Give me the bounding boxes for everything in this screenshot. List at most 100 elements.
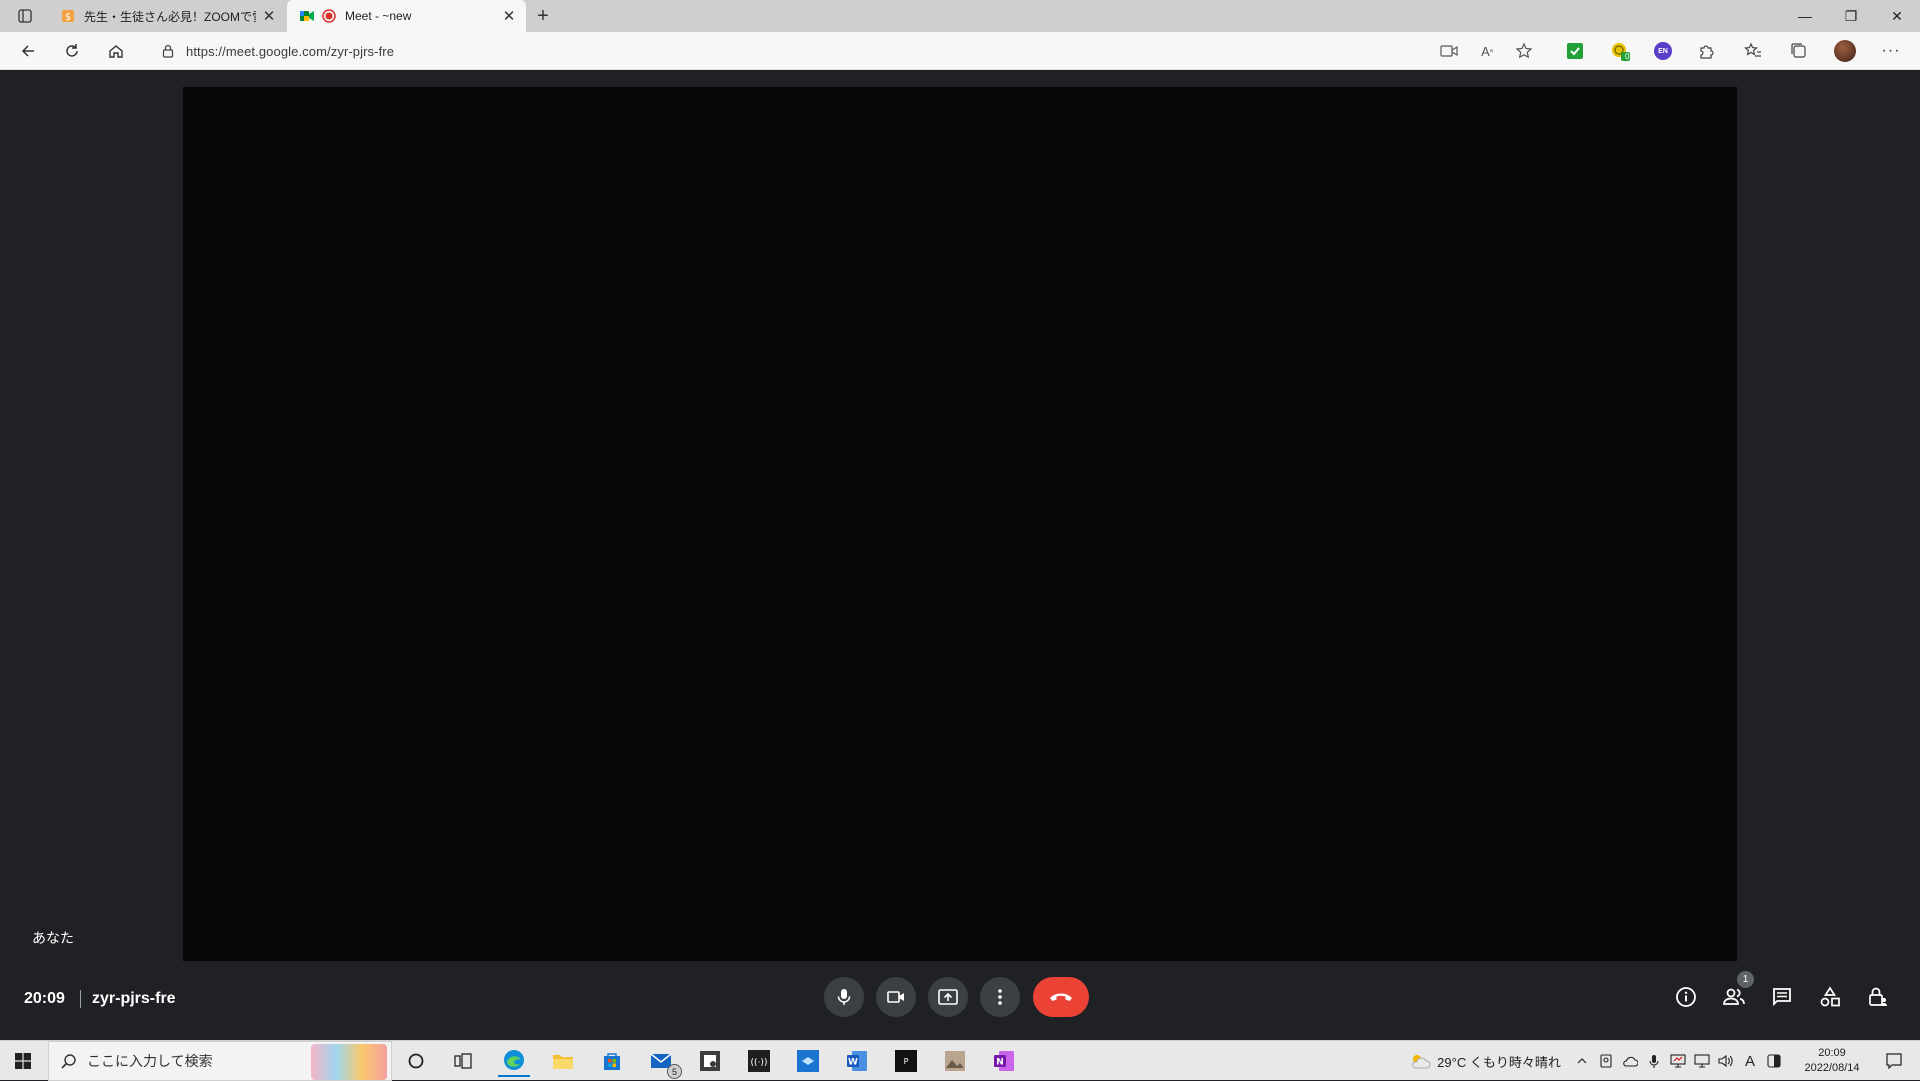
mail-badge: 5 bbox=[667, 1064, 682, 1079]
microphone-tray-icon[interactable] bbox=[1644, 1041, 1664, 1081]
weather-text: 29°C くもり時々晴れ bbox=[1437, 1054, 1561, 1070]
cloud-sync-icon[interactable] bbox=[1620, 1041, 1640, 1081]
lock-icon[interactable] bbox=[162, 44, 174, 58]
extensions-icon[interactable] bbox=[1692, 36, 1722, 66]
home-icon[interactable] bbox=[101, 36, 131, 66]
file-explorer-icon[interactable] bbox=[547, 1045, 579, 1077]
address-bar[interactable]: https://meet.google.com/zyr-pjrs-fre bbox=[146, 35, 1546, 67]
minimize-button[interactable]: — bbox=[1782, 0, 1828, 32]
store-icon[interactable] bbox=[596, 1045, 628, 1077]
volume-icon[interactable] bbox=[1716, 1041, 1736, 1081]
display-tray-icon[interactable] bbox=[1668, 1041, 1688, 1081]
camera-tray-icon[interactable] bbox=[1596, 1041, 1616, 1081]
tab-strip: $ 先生・生徒さん必見！ZOOMで雪 ✕ Meet - ~new ✕ + — ❐… bbox=[0, 0, 1920, 32]
add-favorite-icon[interactable] bbox=[1509, 36, 1539, 66]
svg-text:$: $ bbox=[65, 12, 71, 23]
read-aloud-icon[interactable]: Aᵃ bbox=[1472, 36, 1502, 66]
google-meet-icon bbox=[299, 8, 315, 24]
coin-extension-icon[interactable]: 0 bbox=[1605, 36, 1635, 66]
show-hidden-icons-chevron[interactable] bbox=[1572, 1041, 1592, 1081]
chat-button[interactable] bbox=[1766, 981, 1798, 1013]
start-button[interactable] bbox=[0, 1041, 46, 1081]
meeting-time: 20:09 bbox=[24, 990, 65, 1007]
snipping-tool-icon[interactable] bbox=[694, 1045, 726, 1077]
present-screen-icon bbox=[938, 989, 958, 1005]
participant-count-badge: 1 bbox=[1737, 971, 1754, 988]
cortana-icon[interactable] bbox=[400, 1045, 432, 1077]
search-placeholder: ここに入力して検索 bbox=[87, 1053, 213, 1069]
search-highlight-image bbox=[311, 1044, 387, 1080]
svg-text:N: N bbox=[996, 1058, 1004, 1068]
language-extension-icon[interactable]: EN bbox=[1648, 36, 1678, 66]
windows-taskbar: ここに入力して検索 5 ((·)) W P N 29°C くもり時々晴れ A 2… bbox=[0, 1040, 1920, 1081]
ime-tray-icon[interactable] bbox=[1764, 1041, 1784, 1081]
clock-date: 2022/08/14 bbox=[1804, 1062, 1860, 1074]
lock-person-icon bbox=[1869, 987, 1887, 1006]
svg-text:P: P bbox=[904, 1057, 909, 1066]
present-screen-button[interactable] bbox=[928, 977, 968, 1017]
task-view-icon[interactable] bbox=[447, 1045, 479, 1077]
clock-time: 20:09 bbox=[1818, 1047, 1846, 1059]
microphone-icon bbox=[837, 989, 851, 1005]
tab-title: 先生・生徒さん必見！ZOOMで雪 bbox=[84, 9, 256, 24]
microphone-button[interactable] bbox=[824, 977, 864, 1017]
tab-actions-icon[interactable] bbox=[8, 6, 42, 26]
self-video-tile[interactable] bbox=[183, 87, 1737, 961]
browser-toolbar: https://meet.google.com/zyr-pjrs-fre Aᵃ … bbox=[0, 32, 1920, 70]
leave-call-button[interactable] bbox=[1033, 977, 1089, 1017]
camera-button[interactable] bbox=[876, 977, 916, 1017]
black-app-icon[interactable]: P bbox=[890, 1045, 922, 1077]
people-icon bbox=[1723, 988, 1745, 1005]
image-app-icon[interactable] bbox=[939, 1045, 971, 1077]
blue-app-icon[interactable] bbox=[792, 1045, 824, 1077]
host-controls-button[interactable] bbox=[1862, 981, 1894, 1013]
close-window-button[interactable]: ✕ bbox=[1874, 0, 1920, 32]
favorites-icon[interactable] bbox=[1738, 36, 1768, 66]
checkmark-extension-icon[interactable] bbox=[1560, 36, 1590, 66]
onenote-icon[interactable]: N bbox=[988, 1045, 1020, 1077]
hang-up-icon bbox=[1050, 993, 1072, 1001]
activities-button[interactable] bbox=[1814, 981, 1846, 1013]
meet-recording-icon bbox=[321, 8, 337, 24]
svg-text:((·)): ((·)) bbox=[751, 1058, 768, 1068]
meeting-details-button[interactable] bbox=[1670, 981, 1702, 1013]
more-menu-icon[interactable]: ··· bbox=[1876, 36, 1906, 66]
url-text: https://meet.google.com/zyr-pjrs-fre bbox=[186, 43, 395, 59]
refresh-icon[interactable] bbox=[57, 36, 87, 66]
notification-center-icon[interactable] bbox=[1874, 1041, 1914, 1081]
network-icon[interactable] bbox=[1692, 1041, 1712, 1081]
more-vert-icon bbox=[998, 989, 1002, 1005]
profile-avatar[interactable] bbox=[1830, 36, 1860, 66]
word-icon[interactable]: W bbox=[841, 1045, 873, 1077]
info-icon bbox=[1676, 987, 1696, 1007]
page-icon: $ bbox=[60, 8, 76, 24]
svg-text:W: W bbox=[848, 1058, 858, 1068]
collections-icon[interactable] bbox=[1784, 36, 1814, 66]
close-tab-icon[interactable]: ✕ bbox=[496, 3, 522, 29]
more-options-button[interactable] bbox=[980, 977, 1020, 1017]
close-tab-icon[interactable]: ✕ bbox=[256, 3, 282, 29]
divider bbox=[80, 990, 81, 1008]
search-icon bbox=[61, 1054, 76, 1069]
connect-app-icon[interactable]: ((·)) bbox=[743, 1045, 775, 1077]
back-icon[interactable] bbox=[13, 36, 43, 66]
self-name-label: あなた bbox=[32, 930, 74, 946]
camera-icon bbox=[887, 991, 904, 1003]
tab-meet[interactable]: Meet - ~new ✕ bbox=[287, 0, 526, 32]
weather-widget[interactable]: 29°C くもり時々晴れ bbox=[1404, 1041, 1566, 1081]
tab-zoom-article[interactable]: $ 先生・生徒さん必見！ZOOMで雪 ✕ bbox=[48, 0, 286, 32]
camera-in-use-icon[interactable] bbox=[1434, 36, 1464, 66]
windows-logo-icon bbox=[15, 1053, 31, 1069]
language-extension-label: EN bbox=[1654, 42, 1672, 60]
new-tab-button[interactable]: + bbox=[530, 3, 556, 29]
taskbar-search[interactable]: ここに入力して検索 bbox=[48, 1041, 392, 1081]
activities-icon bbox=[1820, 986, 1840, 1007]
mail-icon[interactable]: 5 bbox=[646, 1045, 682, 1079]
edge-app-icon[interactable] bbox=[498, 1045, 530, 1077]
coin-extension-badge: 0 bbox=[1625, 52, 1630, 61]
meet-window: あなた 20:09 zyr-pjrs-fre 1 bbox=[0, 71, 1920, 1040]
ime-mode-indicator[interactable]: A bbox=[1740, 1041, 1760, 1081]
taskbar-clock[interactable]: 20:09 2022/08/14 bbox=[1796, 1044, 1868, 1078]
restore-button[interactable]: ❐ bbox=[1828, 0, 1874, 32]
tab-title: Meet - ~new bbox=[345, 9, 412, 23]
